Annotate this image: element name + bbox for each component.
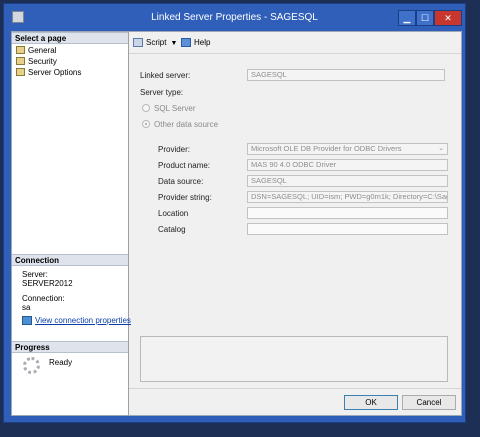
page-item-label: Security — [28, 57, 57, 66]
cancel-button[interactable]: Cancel — [402, 395, 456, 410]
page-item-label: Server Options — [28, 68, 82, 77]
help-icon — [181, 38, 191, 47]
provider-select[interactable]: Microsoft OLE DB Provider for ODBC Drive… — [247, 143, 448, 155]
page-wrench-icon — [16, 46, 25, 54]
dialog-window: Linked Server Properties - SAGESQL ▁ ☐ ✕… — [3, 3, 466, 423]
provider-string-field[interactable]: DSN=SAGESQL; UID=ism; PWD=g0m1k; Directo… — [247, 191, 448, 203]
provider-string-label: Provider string: — [158, 193, 212, 202]
progress-status: Ready — [49, 358, 73, 367]
page-item-label: General — [28, 46, 57, 55]
page-wrench-icon — [16, 57, 25, 65]
provider-label: Provider: — [158, 145, 191, 154]
progress-spinner-icon — [23, 357, 40, 374]
script-icon — [133, 38, 143, 47]
dialog-client-area: Select a page General Security Server Op… — [11, 31, 462, 416]
server-label: Server: — [22, 270, 48, 279]
product-name-label: Product name: — [158, 161, 211, 170]
properties-icon — [22, 316, 32, 325]
data-source-field[interactable]: SAGESQL — [247, 175, 448, 187]
toolbar: Script ▼ Help — [129, 32, 461, 54]
connection-label: Connection: — [22, 294, 65, 303]
provider-selected-value: Microsoft OLE DB Provider for ODBC Drive… — [251, 144, 402, 153]
product-name-field[interactable]: MAS 90 4.0 ODBC Driver — [247, 159, 448, 171]
help-label: Help — [194, 38, 211, 47]
catalog-label: Catalog — [158, 225, 186, 234]
server-type-label: Server type: — [140, 88, 184, 97]
linked-server-label: Linked server: — [140, 71, 191, 80]
radio-other-data-source-label: Other data source — [154, 120, 219, 129]
radio-sql-server[interactable] — [142, 104, 150, 112]
page-item-server-options[interactable]: Server Options — [16, 67, 81, 78]
catalog-field[interactable] — [247, 223, 448, 235]
page-item-security[interactable]: Security — [16, 56, 57, 67]
progress-header: Progress — [12, 341, 128, 353]
radio-sql-server-label: SQL Server — [154, 104, 196, 113]
location-field[interactable] — [247, 207, 448, 219]
minimize-button[interactable]: ▁ — [398, 10, 416, 26]
ok-button[interactable]: OK — [344, 395, 398, 410]
data-source-label: Data source: — [158, 177, 204, 186]
connection-value: sa — [22, 303, 31, 312]
radio-other-data-source[interactable] — [142, 120, 150, 128]
chevron-down-icon: ⌄ — [438, 145, 444, 152]
connection-header: Connection — [12, 254, 128, 266]
properties-pane: Script ▼ Help Linked server: SAGESQL Serv… — [129, 32, 461, 387]
linked-server-field[interactable]: SAGESQL — [247, 69, 445, 81]
left-pane: Select a page General Security Server Op… — [12, 32, 131, 415]
server-value: SERVER2012 — [22, 279, 73, 288]
view-connection-properties-link[interactable]: View connection properties — [22, 316, 131, 325]
script-button[interactable]: Script ▼ — [133, 37, 177, 49]
maximize-button[interactable]: ☐ — [416, 10, 434, 26]
page-item-general[interactable]: General — [16, 45, 56, 56]
help-button[interactable]: Help — [181, 37, 210, 49]
button-bar: OK Cancel — [129, 388, 461, 416]
title-bar[interactable]: Linked Server Properties - SAGESQL ▁ ☐ ✕ — [4, 4, 465, 30]
script-label: Script — [146, 38, 167, 47]
description-box — [140, 336, 448, 382]
page-wrench-icon — [16, 68, 25, 76]
script-dropdown-icon[interactable]: ▼ — [170, 38, 177, 50]
window-title: Linked Server Properties - SAGESQL — [151, 12, 318, 23]
location-label: Location — [158, 209, 189, 218]
close-button[interactable]: ✕ — [434, 10, 462, 26]
view-connection-properties-label[interactable]: View connection properties — [35, 316, 131, 325]
select-page-header: Select a page — [12, 32, 128, 44]
